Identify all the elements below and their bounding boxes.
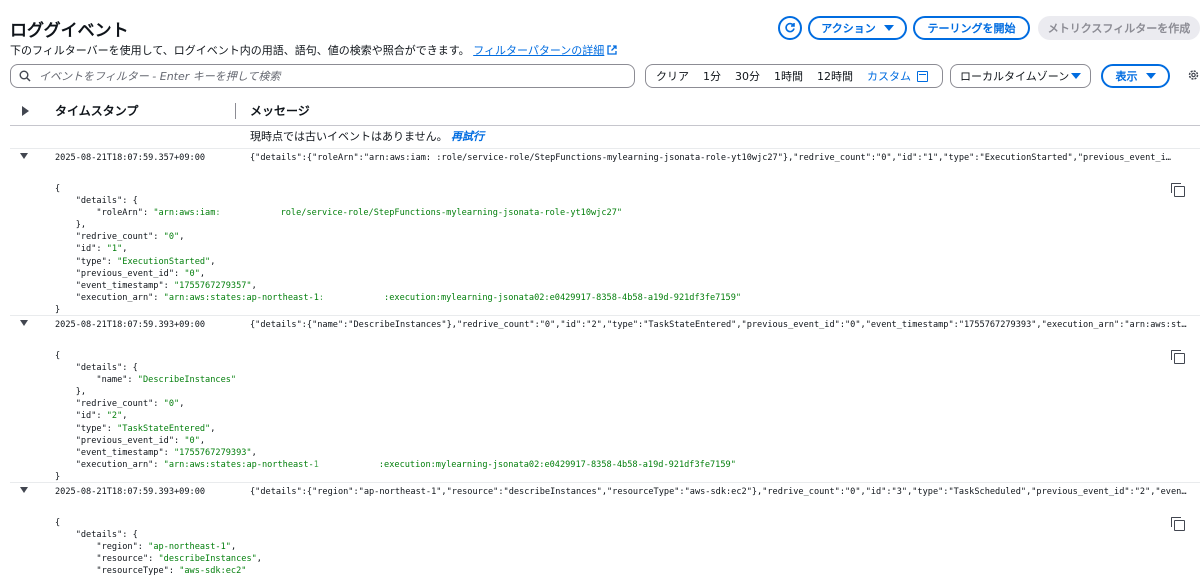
timezone-select[interactable]: ローカルタイムゾーン bbox=[950, 64, 1091, 88]
json-value: "0" bbox=[163, 232, 180, 243]
collapse-icon[interactable] bbox=[20, 487, 28, 493]
search-icon bbox=[19, 70, 31, 82]
json-value: :execution:mylearning-jsonata02:e0429917… bbox=[378, 459, 736, 470]
search-input[interactable] bbox=[39, 69, 629, 83]
table-header: タイムスタンプ メッセージ bbox=[10, 96, 1200, 126]
chevron-down-icon bbox=[1145, 73, 1156, 79]
event-timestamp: 2025-08-21T18:07:59.393+09:00 bbox=[55, 487, 206, 497]
event-timestamp: 2025-08-21T18:07:59.357+09:00 bbox=[55, 153, 206, 163]
timezone-label: ローカルタイムゾーン bbox=[960, 70, 1070, 83]
copy-icon[interactable] bbox=[1171, 183, 1185, 197]
collapse-icon[interactable] bbox=[20, 320, 28, 326]
range-custom[interactable]: カスタム bbox=[867, 68, 911, 84]
range-1h[interactable]: 1時間 bbox=[774, 68, 803, 84]
json-value: "DescribeInstances" bbox=[137, 375, 237, 386]
column-header-timestamp[interactable]: タイムスタンプ bbox=[55, 102, 138, 119]
log-event-summary[interactable]: 2025-08-21T18:07:59.393+09:00 {"details"… bbox=[10, 483, 1200, 499]
refresh-icon bbox=[785, 22, 795, 33]
external-link-icon bbox=[607, 45, 617, 55]
json-value: "ExecutionStarted" bbox=[117, 256, 211, 267]
chevron-down-icon bbox=[883, 25, 894, 31]
no-events-message: 現時点では古いイベントはありません。 再試行 bbox=[250, 128, 484, 144]
json-value: "ap-northeast-1" bbox=[148, 542, 231, 553]
retry-link[interactable]: 再試行 bbox=[451, 130, 484, 143]
copy-icon[interactable] bbox=[1171, 517, 1185, 531]
actions-button-label: アクション bbox=[821, 22, 876, 35]
create-metric-filter-button[interactable]: メトリクスフィルターを作成 bbox=[1038, 16, 1200, 40]
column-divider[interactable] bbox=[235, 102, 236, 119]
json-value: "TaskStateEntered" bbox=[117, 423, 211, 434]
create-metric-filter-label: メトリクスフィルターを作成 bbox=[1047, 22, 1191, 35]
event-message: {"details":{"roleArn":"arn:aws:iam: :rol… bbox=[250, 153, 1171, 163]
refresh-button[interactable] bbox=[778, 16, 802, 40]
json-value: "1755767279357" bbox=[174, 280, 252, 291]
time-range-selector: クリア 1分 30分 1時間 12時間 カスタム bbox=[645, 64, 943, 88]
calendar-icon[interactable] bbox=[917, 70, 928, 82]
log-event-row: 2025-08-21T18:07:59.357+09:00 {"details"… bbox=[10, 148, 1200, 316]
json-value: "0" bbox=[184, 435, 200, 446]
event-json: { "details": { "roleArn": "arn:aws:iam: r… bbox=[55, 184, 742, 315]
event-message: {"details":{"region":"ap-northeast-1","r… bbox=[250, 487, 1190, 497]
column-header-message[interactable]: メッセージ bbox=[250, 102, 310, 119]
display-button-label: 表示 bbox=[1115, 70, 1138, 83]
filter-pattern-link-label: フィルターパターンの詳細 bbox=[473, 44, 605, 57]
json-value: "aws-sdk:ec2" bbox=[179, 566, 247, 577]
redacted-value bbox=[324, 293, 385, 302]
start-tailing-button[interactable]: テーリングを開始 bbox=[913, 16, 1030, 40]
event-timestamp: 2025-08-21T18:07:59.393+09:00 bbox=[55, 320, 206, 330]
actions-button[interactable]: アクション bbox=[808, 16, 907, 40]
event-message: {"details":{"name":"DescribeInstances"},… bbox=[250, 320, 1190, 330]
copy-icon[interactable] bbox=[1171, 350, 1185, 364]
json-value: "1" bbox=[106, 244, 123, 255]
json-value: "1755767279393" bbox=[174, 447, 252, 458]
json-value: "2" bbox=[106, 411, 123, 422]
range-12h[interactable]: 12時間 bbox=[817, 68, 853, 84]
redacted-value bbox=[318, 460, 379, 469]
range-clear[interactable]: クリア bbox=[656, 68, 689, 84]
start-tailing-label: テーリングを開始 bbox=[927, 22, 1016, 35]
event-filter-search[interactable] bbox=[10, 64, 635, 88]
log-event-row: 2025-08-21T18:07:59.393+09:00 {"details"… bbox=[10, 482, 1200, 577]
collapse-icon[interactable] bbox=[20, 153, 28, 159]
json-value: "0" bbox=[184, 268, 200, 279]
json-value: "arn:aws:states:ap-northeast-1: bbox=[163, 292, 325, 303]
description-text: 下のフィルターバーを使用して、ログイベント内の用語、語句、値の検索や照合ができま… bbox=[10, 44, 470, 57]
json-value: "arn:aws:iam: bbox=[153, 208, 221, 219]
log-event-summary[interactable]: 2025-08-21T18:07:59.357+09:00 {"details"… bbox=[10, 149, 1200, 165]
chevron-down-icon bbox=[1071, 73, 1081, 79]
log-event-summary[interactable]: 2025-08-21T18:07:59.393+09:00 {"details"… bbox=[10, 316, 1200, 332]
expand-all-icon[interactable] bbox=[22, 105, 29, 116]
page-title: ロググイベント bbox=[10, 21, 129, 41]
gear-icon[interactable] bbox=[1187, 68, 1200, 82]
json-value: "0" bbox=[163, 399, 180, 410]
range-1m[interactable]: 1分 bbox=[703, 68, 721, 84]
json-value: :execution:mylearning-jsonata02:e0429917… bbox=[384, 292, 742, 303]
range-30m[interactable]: 30分 bbox=[735, 68, 760, 84]
json-value: "arn:aws:states:ap-northeast-1 bbox=[163, 459, 319, 470]
json-value: role/service-role/StepFunctions-mylearni… bbox=[280, 208, 623, 219]
redacted-value bbox=[220, 208, 281, 217]
no-events-text: 現時点では古いイベントはありません。 bbox=[250, 130, 448, 143]
page-description: 下のフィルターバーを使用して、ログイベント内の用語、語句、値の検索や照合ができま… bbox=[10, 42, 617, 58]
log-event-row: 2025-08-21T18:07:59.393+09:00 {"details"… bbox=[10, 315, 1200, 482]
filter-pattern-link[interactable]: フィルターパターンの詳細 bbox=[473, 44, 617, 57]
event-json: { "details": { "region": "ap-northeast-1… bbox=[55, 518, 262, 577]
event-json: { "details": { "name": "DescribeInstance… bbox=[55, 351, 736, 482]
display-button[interactable]: 表示 bbox=[1101, 64, 1170, 88]
json-value: "describeInstances" bbox=[158, 554, 257, 565]
